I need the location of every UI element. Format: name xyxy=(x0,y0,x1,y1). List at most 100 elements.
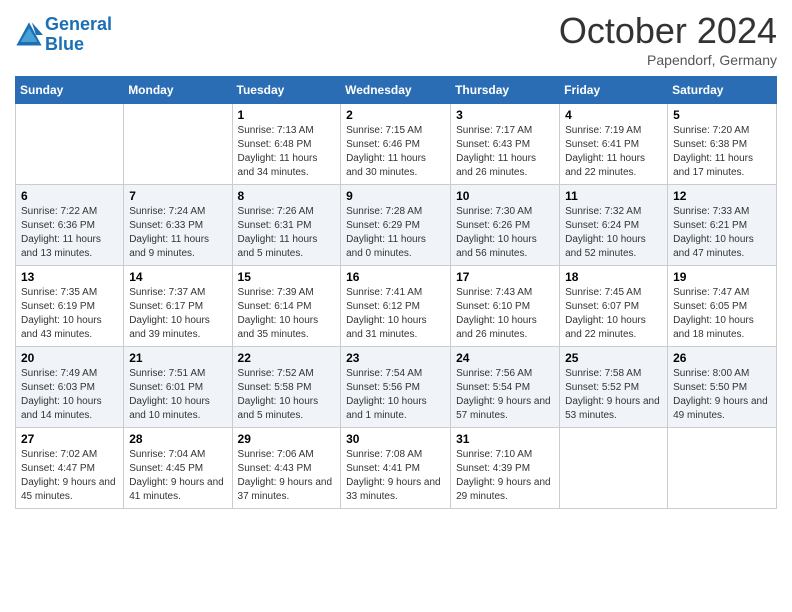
day-info: Sunrise: 7:33 AMSunset: 6:21 PMDaylight:… xyxy=(673,205,771,261)
calendar-cell: 12 Sunrise: 7:33 AMSunset: 6:21 PMDayligh… xyxy=(668,185,777,266)
day-number: 22 xyxy=(238,351,336,365)
col-saturday: Saturday xyxy=(668,77,777,104)
day-info: Sunrise: 7:22 AMSunset: 6:36 PMDaylight:… xyxy=(21,205,118,261)
day-number: 14 xyxy=(129,270,226,284)
day-number: 23 xyxy=(346,351,445,365)
col-thursday: Thursday xyxy=(451,77,560,104)
page-container: General Blue October 2024 Papendorf, Ger… xyxy=(0,0,792,519)
day-number: 12 xyxy=(673,189,771,203)
day-info: Sunrise: 7:56 AMSunset: 5:54 PMDaylight:… xyxy=(456,367,554,423)
calendar-cell: 28 Sunrise: 7:04 AMSunset: 4:45 PMDayligh… xyxy=(124,428,232,509)
day-number: 8 xyxy=(238,189,336,203)
calendar-cell: 6 Sunrise: 7:22 AMSunset: 6:36 PMDaylight… xyxy=(16,185,124,266)
calendar-cell: 16 Sunrise: 7:41 AMSunset: 6:12 PMDayligh… xyxy=(341,266,451,347)
day-info: Sunrise: 7:41 AMSunset: 6:12 PMDaylight:… xyxy=(346,286,445,342)
calendar-cell: 7 Sunrise: 7:24 AMSunset: 6:33 PMDaylight… xyxy=(124,185,232,266)
day-number: 25 xyxy=(565,351,662,365)
calendar-table: Sunday Monday Tuesday Wednesday Thursday… xyxy=(15,76,777,509)
day-number: 6 xyxy=(21,189,118,203)
page-header: General Blue October 2024 Papendorf, Ger… xyxy=(15,10,777,68)
day-info: Sunrise: 7:32 AMSunset: 6:24 PMDaylight:… xyxy=(565,205,662,261)
day-number: 11 xyxy=(565,189,662,203)
calendar-cell: 11 Sunrise: 7:32 AMSunset: 6:24 PMDayligh… xyxy=(560,185,668,266)
day-info: Sunrise: 7:30 AMSunset: 6:26 PMDaylight:… xyxy=(456,205,554,261)
col-wednesday: Wednesday xyxy=(341,77,451,104)
calendar-cell: 15 Sunrise: 7:39 AMSunset: 6:14 PMDayligh… xyxy=(232,266,341,347)
calendar-cell: 13Sunrise: 7:35 AMSunset: 6:19 PMDayligh… xyxy=(16,266,124,347)
day-number: 9 xyxy=(346,189,445,203)
col-tuesday: Tuesday xyxy=(232,77,341,104)
calendar-cell: 31 Sunrise: 7:10 AMSunset: 4:39 PMDayligh… xyxy=(451,428,560,509)
day-info: Sunrise: 7:35 AMSunset: 6:19 PMDaylight:… xyxy=(21,286,118,342)
logo: General Blue xyxy=(15,15,112,55)
day-number: 30 xyxy=(346,432,445,446)
day-info: Sunrise: 7:20 AMSunset: 6:38 PMDaylight:… xyxy=(673,124,771,180)
calendar-cell: 29 Sunrise: 7:06 AMSunset: 4:43 PMDayligh… xyxy=(232,428,341,509)
calendar-cell: 2 Sunrise: 7:15 AMSunset: 6:46 PMDaylight… xyxy=(341,104,451,185)
week-row-4: 20Sunrise: 7:49 AMSunset: 6:03 PMDayligh… xyxy=(16,347,777,428)
day-info: Sunrise: 7:13 AMSunset: 6:48 PMDaylight:… xyxy=(238,124,336,180)
day-info: Sunrise: 7:51 AMSunset: 6:01 PMDaylight:… xyxy=(129,367,226,423)
calendar-cell xyxy=(560,428,668,509)
day-number: 24 xyxy=(456,351,554,365)
calendar-cell xyxy=(124,104,232,185)
calendar-cell: 9Sunrise: 7:28 AMSunset: 6:29 PMDaylight… xyxy=(341,185,451,266)
day-number: 31 xyxy=(456,432,554,446)
day-number: 7 xyxy=(129,189,226,203)
day-info: Sunrise: 7:15 AMSunset: 6:46 PMDaylight:… xyxy=(346,124,445,180)
day-number: 19 xyxy=(673,270,771,284)
day-info: Sunrise: 7:45 AMSunset: 6:07 PMDaylight:… xyxy=(565,286,662,342)
day-info: Sunrise: 7:19 AMSunset: 6:41 PMDaylight:… xyxy=(565,124,662,180)
calendar-cell: 5 Sunrise: 7:20 AMSunset: 6:38 PMDaylight… xyxy=(668,104,777,185)
day-info: Sunrise: 7:06 AMSunset: 4:43 PMDaylight:… xyxy=(238,448,336,504)
calendar-cell: 20Sunrise: 7:49 AMSunset: 6:03 PMDayligh… xyxy=(16,347,124,428)
calendar-cell: 4 Sunrise: 7:19 AMSunset: 6:41 PMDaylight… xyxy=(560,104,668,185)
day-number: 28 xyxy=(129,432,226,446)
month-title: October 2024 xyxy=(559,10,777,52)
day-number: 3 xyxy=(456,108,554,122)
day-info: Sunrise: 7:54 AMSunset: 5:56 PMDaylight:… xyxy=(346,367,445,423)
day-info: Sunrise: 7:04 AMSunset: 4:45 PMDaylight:… xyxy=(129,448,226,504)
logo-icon xyxy=(15,21,43,49)
week-row-2: 6 Sunrise: 7:22 AMSunset: 6:36 PMDaylight… xyxy=(16,185,777,266)
day-info: Sunrise: 7:37 AMSunset: 6:17 PMDaylight:… xyxy=(129,286,226,342)
week-row-3: 13Sunrise: 7:35 AMSunset: 6:19 PMDayligh… xyxy=(16,266,777,347)
day-info: Sunrise: 7:17 AMSunset: 6:43 PMDaylight:… xyxy=(456,124,554,180)
day-number: 4 xyxy=(565,108,662,122)
day-info: Sunrise: 7:47 AMSunset: 6:05 PMDaylight:… xyxy=(673,286,771,342)
calendar-cell: 27Sunrise: 7:02 AMSunset: 4:47 PMDayligh… xyxy=(16,428,124,509)
calendar-cell: 21 Sunrise: 7:51 AMSunset: 6:01 PMDayligh… xyxy=(124,347,232,428)
calendar-cell: 14 Sunrise: 7:37 AMSunset: 6:17 PMDayligh… xyxy=(124,266,232,347)
day-number: 1 xyxy=(238,108,336,122)
day-info: Sunrise: 7:10 AMSunset: 4:39 PMDaylight:… xyxy=(456,448,554,504)
location: Papendorf, Germany xyxy=(559,52,777,68)
day-info: Sunrise: 7:52 AMSunset: 5:58 PMDaylight:… xyxy=(238,367,336,423)
day-number: 2 xyxy=(346,108,445,122)
day-number: 10 xyxy=(456,189,554,203)
day-number: 29 xyxy=(238,432,336,446)
calendar-cell: 30Sunrise: 7:08 AMSunset: 4:41 PMDayligh… xyxy=(341,428,451,509)
header-row: Sunday Monday Tuesday Wednesday Thursday… xyxy=(16,77,777,104)
day-info: Sunrise: 8:00 AMSunset: 5:50 PMDaylight:… xyxy=(673,367,771,423)
calendar-cell: 18 Sunrise: 7:45 AMSunset: 6:07 PMDayligh… xyxy=(560,266,668,347)
day-number: 21 xyxy=(129,351,226,365)
calendar-cell: 26Sunrise: 8:00 AMSunset: 5:50 PMDayligh… xyxy=(668,347,777,428)
day-number: 15 xyxy=(238,270,336,284)
calendar-cell: 19 Sunrise: 7:47 AMSunset: 6:05 PMDayligh… xyxy=(668,266,777,347)
day-info: Sunrise: 7:39 AMSunset: 6:14 PMDaylight:… xyxy=(238,286,336,342)
day-number: 16 xyxy=(346,270,445,284)
col-sunday: Sunday xyxy=(16,77,124,104)
day-info: Sunrise: 7:43 AMSunset: 6:10 PMDaylight:… xyxy=(456,286,554,342)
calendar-cell xyxy=(668,428,777,509)
day-info: Sunrise: 7:58 AMSunset: 5:52 PMDaylight:… xyxy=(565,367,662,423)
col-friday: Friday xyxy=(560,77,668,104)
day-info: Sunrise: 7:24 AMSunset: 6:33 PMDaylight:… xyxy=(129,205,226,261)
calendar-cell: 10 Sunrise: 7:30 AMSunset: 6:26 PMDayligh… xyxy=(451,185,560,266)
day-info: Sunrise: 7:49 AMSunset: 6:03 PMDaylight:… xyxy=(21,367,118,423)
calendar-cell: 8 Sunrise: 7:26 AMSunset: 6:31 PMDaylight… xyxy=(232,185,341,266)
day-number: 18 xyxy=(565,270,662,284)
day-number: 5 xyxy=(673,108,771,122)
day-info: Sunrise: 7:26 AMSunset: 6:31 PMDaylight:… xyxy=(238,205,336,261)
day-number: 17 xyxy=(456,270,554,284)
calendar-cell: 23 Sunrise: 7:54 AMSunset: 5:56 PMDayligh… xyxy=(341,347,451,428)
